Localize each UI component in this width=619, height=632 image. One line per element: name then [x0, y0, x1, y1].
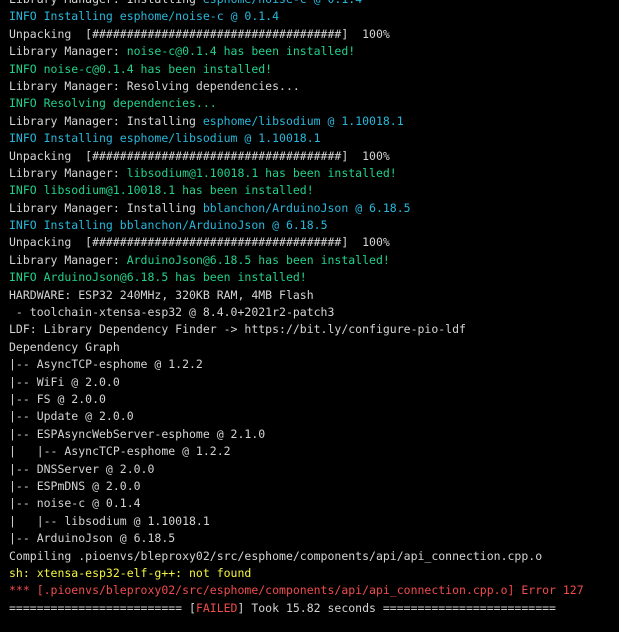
terminal-line: Library Manager: noise-c@0.1.4 has been … [9, 43, 619, 60]
terminal-text-segment: | |-- AsyncTCP-esphome @ 1.2.2 [9, 444, 231, 459]
terminal-line: |-- Update @ 2.0.0 [9, 408, 619, 425]
terminal-text-segment: |-- DNSServer @ 2.0.0 [9, 461, 155, 476]
terminal-line: - toolchain-xtensa-esp32 @ 8.4.0+2021r2-… [9, 304, 619, 321]
terminal-line: INFO libsodium@1.10018.1 has been instal… [9, 182, 619, 199]
terminal-text-segment: esphome/libsodium @ 1.10018.1 [202, 113, 404, 128]
terminal-line: Dependency Graph [9, 339, 619, 356]
terminal-line: sh: xtensa-esp32-elf-g++: not found [9, 565, 619, 582]
terminal-text-segment: ArduinoJson@6.18.5 has been installed! [126, 252, 390, 267]
terminal-text-segment: noise-c@0.1.4 has been installed! [126, 44, 356, 59]
terminal-text-segment: Unpacking [#############################… [9, 26, 390, 41]
terminal-text-segment: |-- Update @ 2.0.0 [9, 409, 134, 424]
terminal-text-segment: INFO Installing [9, 131, 120, 146]
terminal-text-segment: Compiling .pioenvs/bleproxy02/src/esphom… [9, 548, 543, 563]
terminal-line: | |-- libsodium @ 1.10018.1 [9, 513, 619, 530]
terminal-text-segment: |-- AsyncTCP-esphome @ 1.2.2 [9, 357, 203, 372]
terminal-text-segment: INFO libsodium@1.10018.1 has been instal… [9, 183, 314, 198]
terminal-line: HARDWARE: ESP32 240MHz, 320KB RAM, 4MB F… [9, 287, 619, 304]
terminal-text-segment: bblanchon/ArduinoJson @ 6.18.5 [202, 200, 411, 215]
terminal-text-segment: INFO Installing [9, 9, 120, 24]
terminal-line: |-- ESPmDNS @ 2.0.0 [9, 478, 619, 495]
terminal-line: INFO noise-c@0.1.4 has been installed! [9, 61, 619, 78]
terminal-text-segment: HARDWARE: ESP32 240MHz, 320KB RAM, 4MB F… [9, 287, 314, 302]
terminal-text-segment: bblanchon/ArduinoJson @ 6.18.5 [119, 218, 328, 233]
terminal-line: Unpacking [#############################… [9, 234, 619, 251]
terminal-text-segment: FAILED [195, 600, 238, 615]
terminal-text-segment: | |-- libsodium @ 1.10018.1 [9, 513, 210, 528]
terminal-line: Library Manager: Resolving dependencies.… [9, 78, 619, 95]
terminal-line: INFO Resolving dependencies... [9, 95, 619, 112]
terminal-line: ========================= [FAILED] Took … [9, 600, 619, 617]
terminal-text-segment: - toolchain-xtensa-esp32 @ 8.4.0+2021r2-… [9, 305, 335, 320]
terminal-line: Unpacking [#############################… [9, 26, 619, 43]
terminal-text-segment: Dependency Graph [9, 339, 120, 354]
terminal-text-segment: |-- WiFi @ 2.0.0 [9, 374, 120, 389]
terminal-line: |-- FS @ 2.0.0 [9, 391, 619, 408]
terminal-text-segment: esphome/noise-c @ 0.1.4 [203, 0, 362, 6]
terminal-line: Library Manager: Installing esphome/libs… [9, 113, 619, 130]
terminal-text-segment: Library Manager: Installing [9, 113, 203, 128]
terminal-line: INFO ArduinoJson@6.18.5 has been install… [9, 269, 619, 286]
terminal-line: Unpacking [#############################… [9, 148, 619, 165]
terminal-text-segment: Library Manager: [9, 44, 127, 59]
terminal-line: | |-- AsyncTCP-esphome @ 1.2.2 [9, 443, 619, 460]
terminal-text-segment: |-- ESPAsyncWebServer-esphome @ 2.1.0 [9, 426, 266, 441]
terminal-line: |-- ArduinoJson @ 6.18.5 [9, 530, 619, 547]
terminal-text-segment: ] Took 15.82 seconds ===================… [237, 600, 556, 615]
terminal-line: INFO Installing bblanchon/ArduinoJson @ … [9, 217, 619, 234]
terminal-text-segment: esphome/libsodium @ 1.10018.1 [119, 131, 321, 146]
terminal-text-segment: |-- ESPmDNS @ 2.0.0 [9, 478, 141, 493]
terminal-line: |-- noise-c @ 0.1.4 [9, 495, 619, 512]
terminal-text-segment: LDF: Library Dependency Finder -> https:… [9, 322, 466, 337]
terminal-line: |-- AsyncTCP-esphome @ 1.2.2 [9, 356, 619, 373]
terminal-text-segment: INFO ArduinoJson@6.18.5 has been install… [9, 270, 307, 285]
terminal-text-segment: Unpacking [#############################… [9, 148, 390, 163]
terminal-text-segment: |-- FS @ 2.0.0 [9, 391, 106, 406]
terminal-line: INFO Installing esphome/noise-c @ 0.1.4 [9, 8, 619, 25]
terminal-line: |-- ESPAsyncWebServer-esphome @ 2.1.0 [9, 426, 619, 443]
terminal-text-segment: INFO Resolving dependencies... [9, 96, 217, 111]
terminal-text-segment: Library Manager: Installing [9, 200, 203, 215]
terminal-line: Library Manager: libsodium@1.10018.1 has… [9, 165, 619, 182]
terminal-line: *** [.pioenvs/bleproxy02/src/esphome/com… [9, 582, 619, 599]
terminal-text-segment: INFO noise-c@0.1.4 has been installed! [9, 61, 273, 76]
terminal-text-segment: *** [.pioenvs/bleproxy02/src/esphome/com… [9, 583, 584, 598]
terminal-text-segment: INFO Installing [9, 218, 120, 233]
terminal-line: LDF: Library Dependency Finder -> https:… [9, 321, 619, 338]
terminal-text-segment: ========================= [ [9, 600, 196, 615]
terminal-line: Library Manager: ArduinoJson@6.18.5 has … [9, 252, 619, 269]
terminal-text-segment: Library Manager: [9, 252, 127, 267]
terminal-line: Library Manager: Installing bblanchon/Ar… [9, 200, 619, 217]
terminal-line: |-- DNSServer @ 2.0.0 [9, 461, 619, 478]
terminal-text-segment: @ 0.1.4 [223, 9, 280, 24]
terminal-line: Compiling .pioenvs/bleproxy02/src/esphom… [9, 548, 619, 565]
terminal-text-segment: Library Manager: Resolving dependencies.… [9, 78, 300, 93]
terminal-line: Library Manager: Installing esphome/nois… [9, 0, 619, 8]
terminal-text-segment: esphome/noise-c [119, 9, 224, 24]
terminal-text-segment: Library Manager: [9, 165, 127, 180]
terminal-line: INFO Installing esphome/libsodium @ 1.10… [9, 130, 619, 147]
terminal-text-segment: Library Manager: Installing [9, 0, 203, 6]
terminal-text-segment: |-- ArduinoJson @ 6.18.5 [9, 531, 176, 546]
terminal-text-segment: Unpacking [#############################… [9, 235, 390, 250]
terminal-text-segment: |-- noise-c @ 0.1.4 [9, 496, 141, 511]
terminal-text-segment: libsodium@1.10018.1 has been installed! [126, 165, 397, 180]
terminal-text-segment: sh: xtensa-esp32-elf-g++: not found [9, 565, 252, 580]
terminal-line: |-- WiFi @ 2.0.0 [9, 374, 619, 391]
terminal-output[interactable]: Library Manager: Installing esphome/nois… [0, 0, 619, 617]
